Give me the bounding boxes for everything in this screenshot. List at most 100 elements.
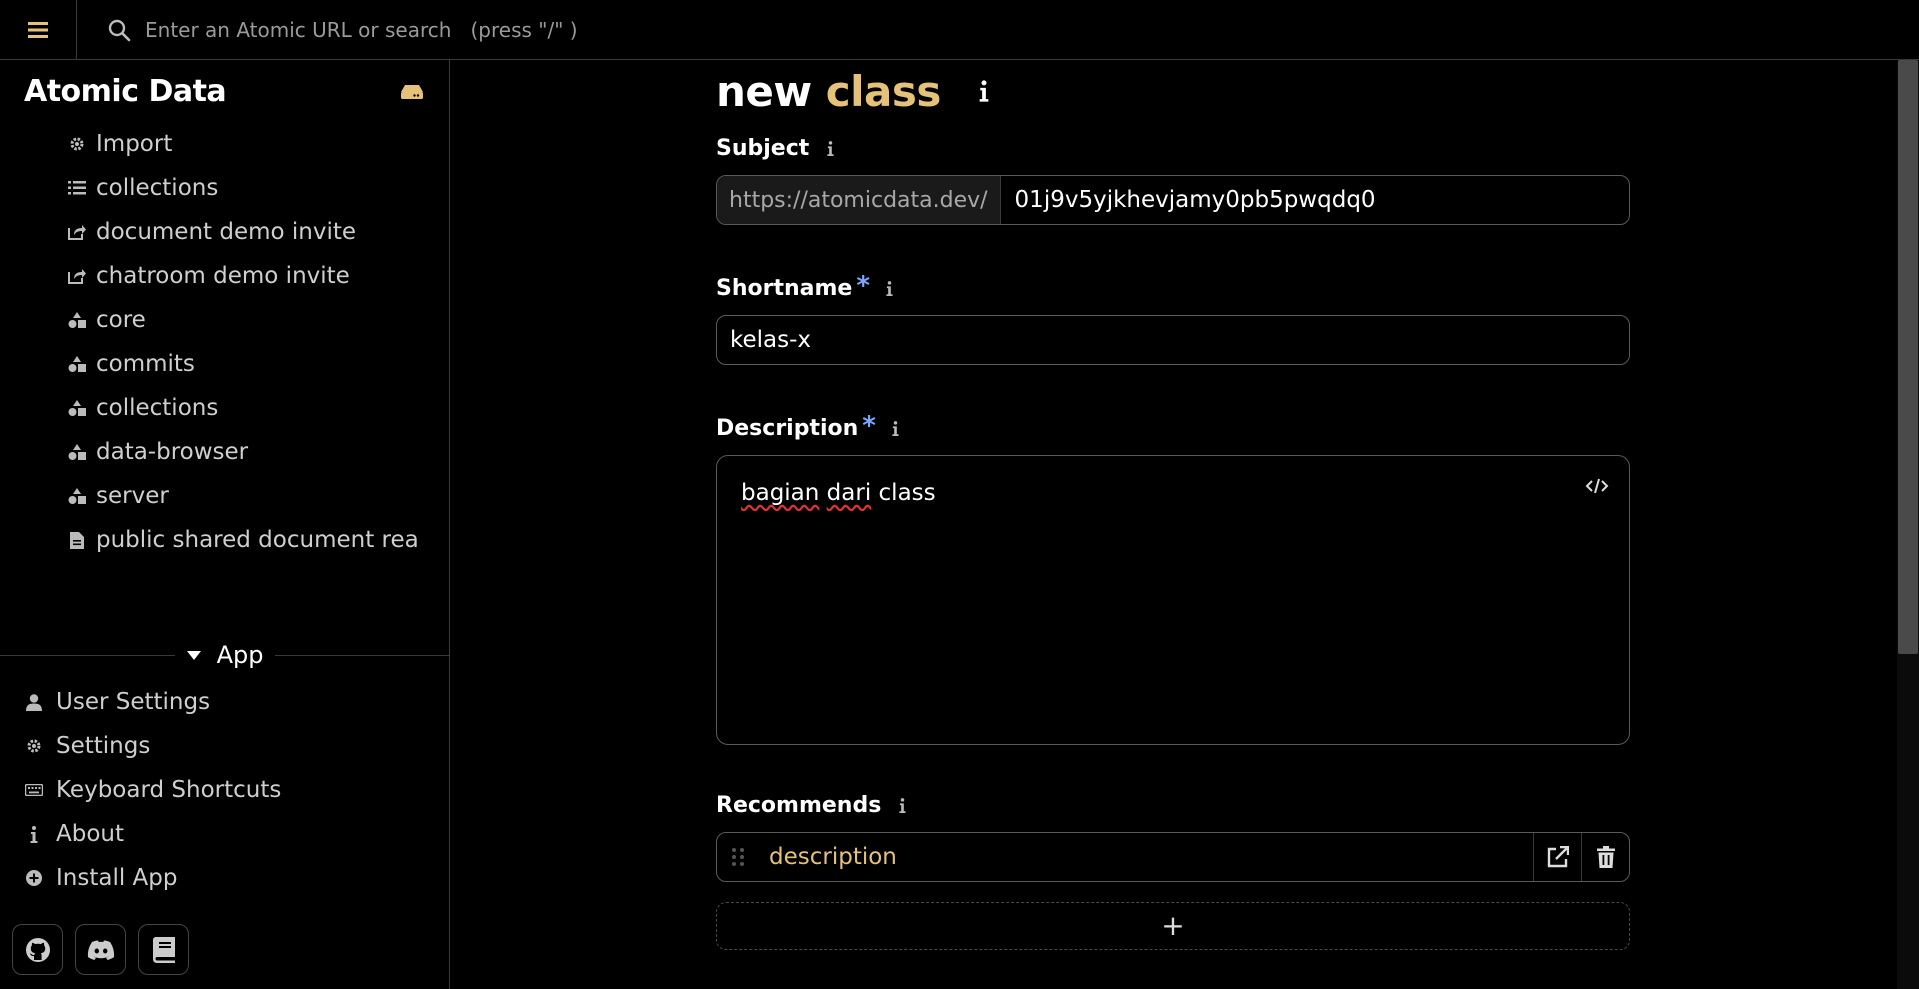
list-icon — [66, 181, 88, 195]
description-text[interactable]: bagian dari class — [741, 480, 936, 506]
page-title: new class — [716, 60, 1630, 122]
user-icon — [24, 693, 44, 711]
sidebar-item-label: Install App — [56, 865, 178, 891]
divider-line — [0, 654, 175, 656]
github-button[interactable] — [12, 924, 63, 975]
app-section-divider: App — [0, 641, 451, 669]
add-recommends-button[interactable]: + — [716, 902, 1630, 950]
new-class-form: new class Subject https://atomicdata.dev… — [716, 60, 1630, 950]
subject-prefix: https://atomicdata.dev/ — [717, 176, 1001, 224]
menu-button[interactable] — [0, 0, 77, 59]
gear-icon — [66, 136, 88, 152]
shortname-label: Shortname — [716, 275, 853, 301]
sidebar-item-public-shared-document[interactable]: public shared document rea — [0, 518, 449, 562]
recommends-item-link[interactable]: description — [759, 844, 1533, 870]
sidebar-item-document-demo-invite[interactable]: document demo invite — [0, 210, 449, 254]
drive-icon[interactable] — [401, 83, 423, 99]
discord-button[interactable] — [75, 924, 126, 975]
sidebar-item-collections[interactable]: collections — [0, 166, 449, 210]
sidebar-item-import[interactable]: Import — [0, 122, 449, 166]
share-icon — [66, 268, 88, 284]
sidebar-item-label: public shared document rea — [96, 527, 419, 553]
sidebar: Atomic Data Import collections document … — [0, 60, 451, 989]
subject-input[interactable] — [1000, 187, 1629, 213]
sidebar-item-settings[interactable]: Settings — [0, 724, 450, 768]
sidebar-item-core[interactable]: core — [0, 298, 449, 342]
sidebar-item-server[interactable]: server — [0, 474, 449, 518]
info-icon[interactable] — [899, 798, 906, 813]
sidebar-item-about[interactable]: About — [0, 812, 450, 856]
info-icon[interactable] — [886, 280, 893, 296]
sidebar-item-label: Import — [96, 131, 173, 157]
open-external-button[interactable] — [1533, 833, 1581, 881]
code-view-icon[interactable] — [1585, 478, 1609, 498]
sidebar-item-label: Settings — [56, 733, 151, 759]
subject-field: Subject https://atomicdata.dev/ — [716, 136, 1630, 225]
sidebar-item-commits[interactable]: commits — [0, 342, 449, 386]
info-icon[interactable] — [827, 141, 834, 156]
subject-label: Subject — [716, 136, 810, 161]
sidebar-item-chatroom-demo-invite[interactable]: chatroom demo invite — [0, 254, 449, 298]
app-section-label: App — [216, 641, 264, 669]
sidebar-item-label: commits — [96, 351, 195, 377]
sidebar-item-label: server — [96, 483, 169, 509]
recommends-item: description — [716, 832, 1630, 882]
caret-down-icon — [186, 650, 201, 660]
sidebar-item-label: document demo invite — [96, 219, 357, 245]
search-icon — [108, 19, 131, 41]
sidebar-item-label: core — [96, 307, 146, 333]
document-icon — [66, 531, 88, 549]
docs-button[interactable] — [138, 924, 189, 975]
app-section-list: User Settings Settings Keyboard Shortcut… — [0, 680, 450, 900]
shortname-input-group — [716, 315, 1630, 365]
shapes-icon — [66, 400, 88, 416]
sidebar-item-install-app[interactable]: Install App — [0, 856, 450, 900]
shortname-label-row: Shortname * — [716, 271, 1630, 301]
scrollbar-thumb[interactable] — [1898, 60, 1918, 654]
sidebar-item-label: collections — [96, 175, 219, 201]
sidebar-item-data-browser[interactable]: data-browser — [0, 430, 449, 474]
gear-icon — [24, 738, 44, 754]
github-icon — [25, 937, 50, 962]
info-icon[interactable] — [979, 80, 989, 102]
sidebar-item-label: data-browser — [96, 439, 249, 465]
external-link-icon — [1547, 846, 1569, 868]
shortname-input[interactable] — [717, 327, 1629, 353]
trash-icon — [1596, 846, 1615, 868]
drag-handle-icon[interactable] — [717, 847, 759, 867]
description-field: Description * bagian dari class — [716, 411, 1630, 745]
subject-input-group: https://atomicdata.dev/ — [716, 175, 1630, 225]
share-icon — [66, 224, 88, 240]
scrollbar[interactable] — [1897, 60, 1919, 989]
top-bar — [0, 0, 1919, 60]
sidebar-item-label: chatroom demo invite — [96, 263, 350, 289]
shapes-icon — [66, 356, 88, 372]
sidebar-item-label: About — [56, 821, 125, 847]
description-label-row: Description * — [716, 411, 1630, 441]
info-icon[interactable] — [892, 420, 899, 436]
sidebar-item-collections-2[interactable]: collections — [0, 386, 449, 430]
sidebar-item-label: Keyboard Shortcuts — [56, 777, 282, 803]
sidebar-item-label: collections — [96, 395, 219, 421]
required-marker: * — [862, 411, 876, 441]
page-title-class-link[interactable]: class — [826, 67, 942, 116]
hamburger-icon — [28, 21, 48, 38]
discord-icon — [87, 940, 114, 960]
plus-icon: + — [1161, 909, 1185, 942]
delete-button[interactable] — [1581, 833, 1629, 881]
recommends-label-row: Recommends — [716, 793, 1630, 818]
sidebar-item-user-settings[interactable]: User Settings — [0, 680, 450, 724]
description-text-rest: class — [878, 480, 936, 506]
search-input[interactable] — [131, 17, 1919, 42]
subject-label-row: Subject — [716, 136, 1630, 161]
shapes-icon — [66, 444, 88, 460]
sidebar-nav: Import collections document demo invite … — [0, 122, 449, 562]
brand-title[interactable]: Atomic Data — [24, 74, 227, 109]
app-section-toggle[interactable]: App — [175, 641, 276, 669]
sidebar-item-label: User Settings — [56, 689, 211, 715]
divider-line — [275, 654, 451, 656]
sidebar-item-keyboard-shortcuts[interactable]: Keyboard Shortcuts — [0, 768, 450, 812]
description-editor[interactable]: bagian dari class — [716, 455, 1630, 745]
recommends-label: Recommends — [716, 793, 882, 818]
shapes-icon — [66, 312, 88, 328]
